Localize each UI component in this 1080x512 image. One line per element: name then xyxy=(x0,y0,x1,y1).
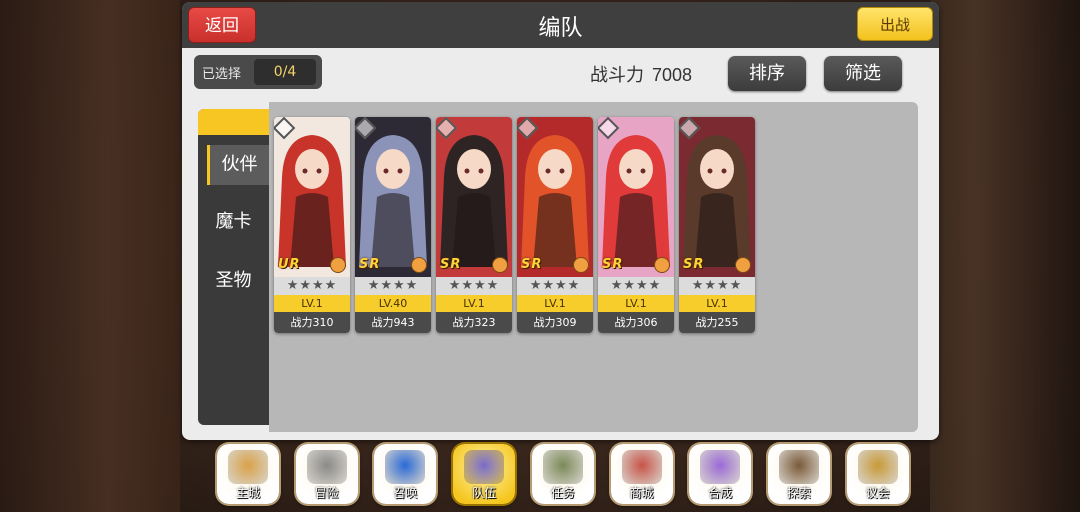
rarity-badge: SR xyxy=(602,257,624,272)
power-label: 战力943 xyxy=(355,312,431,333)
character-portrait xyxy=(598,117,674,277)
nav-label: 探索 xyxy=(786,486,811,500)
nav-item[interactable]: 商城 xyxy=(610,444,673,504)
nav-item[interactable]: 召唤 xyxy=(374,444,437,504)
nav-item[interactable]: 队伍 xyxy=(453,444,516,504)
rarity-badge: SR xyxy=(521,257,543,272)
power-label: 战力309 xyxy=(517,312,593,333)
side-tabs-header xyxy=(198,109,269,135)
nav-label: 商城 xyxy=(629,486,654,500)
nav-item[interactable]: 任务 xyxy=(531,444,594,504)
character-portrait xyxy=(274,117,350,277)
power-label: 战力306 xyxy=(598,312,674,333)
power-label: 战力323 xyxy=(436,312,512,333)
attribute-icon xyxy=(330,257,346,273)
level-label: LV.1 xyxy=(436,295,512,312)
nav-label: 冒险 xyxy=(314,486,339,500)
attribute-icon xyxy=(735,257,751,273)
star-rating: ★★★★ xyxy=(274,277,350,295)
tab-relics[interactable]: 圣物 xyxy=(198,261,269,301)
selection-label: 已选择 xyxy=(202,67,242,82)
character-card[interactable]: UR ★★★★ LV.1 战力310 xyxy=(274,117,350,333)
level-label: LV.1 xyxy=(679,295,755,312)
level-label: LV.1 xyxy=(274,295,350,312)
filter-button[interactable]: 筛选 xyxy=(824,56,902,91)
star-rating: ★★★★ xyxy=(517,277,593,295)
side-tabs: 伙伴 魔卡 圣物 xyxy=(198,109,269,425)
battle-button[interactable]: 出战 xyxy=(857,7,933,41)
nav-item[interactable]: 议会 xyxy=(846,444,909,504)
power-label: 战斗力 xyxy=(590,65,644,85)
character-portrait xyxy=(679,117,755,277)
background-right xyxy=(930,0,1080,512)
nav-item[interactable]: 冒险 xyxy=(295,444,358,504)
council-crown-icon xyxy=(857,450,898,484)
tab-magic-cards[interactable]: 魔卡 xyxy=(198,202,269,242)
power-label: 战力255 xyxy=(679,312,755,333)
level-label: LV.1 xyxy=(517,295,593,312)
level-label: LV.1 xyxy=(598,295,674,312)
rarity-badge: SR xyxy=(683,257,705,272)
character-card[interactable]: SR ★★★★ LV.40 战力943 xyxy=(355,117,431,333)
attribute-icon xyxy=(411,257,427,273)
castle-icon xyxy=(228,450,268,484)
nav-item[interactable]: 合成 xyxy=(689,444,752,504)
nav-item[interactable]: 主城 xyxy=(217,444,279,504)
character-grid: UR ★★★★ LV.1 战力310 SR ★★★★ LV.40 战力943 SR ★★★★ LV.… xyxy=(269,102,918,432)
rarity-badge: SR xyxy=(440,257,462,272)
crystal-icon xyxy=(700,450,741,484)
team-crest-icon xyxy=(464,450,505,484)
nav-item[interactable]: 探索 xyxy=(767,444,830,504)
star-rating: ★★★★ xyxy=(679,277,755,295)
level-label: LV.40 xyxy=(355,295,431,312)
crossed-swords-icon xyxy=(306,450,347,484)
page-title: 编队 xyxy=(538,15,583,40)
nav-label: 任务 xyxy=(550,486,575,500)
quest-book-icon xyxy=(542,450,583,484)
character-portrait xyxy=(355,117,431,277)
selection-counter: 已选择 0/4 xyxy=(194,55,322,89)
shop-tree-icon xyxy=(621,450,662,484)
nav-label: 议会 xyxy=(865,486,890,500)
rarity-badge: UR xyxy=(278,257,301,272)
nav-label: 召唤 xyxy=(393,486,418,500)
nav-label: 队伍 xyxy=(472,486,497,500)
sort-button[interactable]: 排序 xyxy=(728,56,806,91)
power-value: 7008 xyxy=(652,65,693,85)
attribute-icon xyxy=(492,257,508,273)
character-portrait xyxy=(517,117,593,277)
star-rating: ★★★★ xyxy=(355,277,431,295)
selection-value: 0/4 xyxy=(254,59,316,85)
star-rating: ★★★★ xyxy=(436,277,512,295)
character-portrait xyxy=(436,117,512,277)
top-bar: 返回 编队 出战 xyxy=(182,2,939,48)
star-rating: ★★★★ xyxy=(598,277,674,295)
summon-card-icon xyxy=(385,450,426,484)
rarity-badge: SR xyxy=(359,257,381,272)
character-card[interactable]: SR ★★★★ LV.1 战力255 xyxy=(679,117,755,333)
nav-label: 主城 xyxy=(235,486,260,500)
character-card[interactable]: SR ★★★★ LV.1 战力309 xyxy=(517,117,593,333)
team-formation-panel: 返回 编队 出战 已选择 0/4 战斗力 7008 排序 筛选 伙伴 魔卡 圣物 … xyxy=(182,2,939,440)
background-left xyxy=(0,0,180,512)
power-label: 战力310 xyxy=(274,312,350,333)
tab-partners[interactable]: 伙伴 xyxy=(207,145,269,185)
total-power: 战斗力 7008 xyxy=(590,61,692,87)
attribute-icon xyxy=(573,257,589,273)
character-card[interactable]: SR ★★★★ LV.1 战力323 xyxy=(436,117,512,333)
attribute-icon xyxy=(654,257,670,273)
crossbow-icon xyxy=(778,450,819,484)
character-card[interactable]: SR ★★★★ LV.1 战力306 xyxy=(598,117,674,333)
nav-label: 合成 xyxy=(708,486,733,500)
